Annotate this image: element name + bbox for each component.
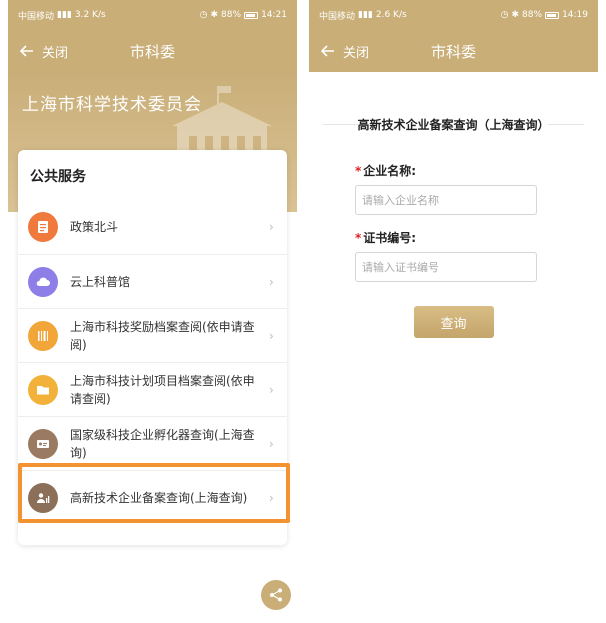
chevron-right-icon: ›	[269, 382, 274, 397]
battery-icon	[244, 11, 259, 19]
network-speed: 2.6 K/s	[375, 10, 407, 20]
status-bar: 中国移动 ▮▮▮ 3.2 K/s ◷ ✱ 88% 14:21	[8, 0, 297, 30]
network-speed: 3.2 K/s	[74, 10, 106, 20]
service-label: 高新技术企业备案查询(上海查询)	[70, 490, 248, 505]
service-item[interactable]: 上海市科技计划项目档案查阅(依申请查阅) ›	[18, 362, 287, 416]
barcode-icon	[28, 320, 58, 351]
required-mark: *	[355, 231, 362, 245]
right-screen: 中国移动 ▮▮▮ 2.6 K/s ◷ ✱ 88% 14:19 关闭 市科委 高新…	[309, 0, 598, 623]
form-title: 高新技术企业备案查询（上海查询）	[357, 117, 550, 132]
certificate-number-input[interactable]	[355, 252, 537, 282]
service-label: 国家级科技企业孵化器查询(上海查询)	[70, 427, 255, 460]
battery-percent: 88%	[221, 10, 242, 20]
folder-icon	[28, 374, 58, 405]
query-form: *企业名称: *证书编号: 查询	[309, 162, 598, 338]
close-label: 关闭	[343, 45, 370, 61]
document-icon	[28, 212, 58, 242]
nav-bar: 关闭 市科委	[8, 30, 297, 72]
public-services-card: 公共服务 政策北斗 › 云上科普馆 › 上海市科技奖励档案查阅(依申请查阅) ›…	[18, 150, 287, 545]
carrier-text: 中国移动	[18, 11, 55, 22]
chart-user-icon	[28, 482, 58, 513]
alarm-icon: ◷	[199, 9, 208, 20]
battery-icon	[545, 11, 560, 19]
company-name-input[interactable]	[355, 185, 537, 215]
cloud-icon	[28, 266, 58, 297]
chevron-right-icon: ›	[269, 274, 274, 289]
status-bar: 中国移动 ▮▮▮ 2.6 K/s ◷ ✱ 88% 14:19	[309, 0, 598, 30]
left-screen: 中国移动 ▮▮▮ 3.2 K/s ◷ ✱ 88% 14:21 关闭 市科委 上海…	[8, 0, 297, 623]
chevron-right-icon: ›	[269, 490, 274, 505]
back-arrow-icon	[321, 45, 334, 57]
service-label: 云上科普馆	[70, 274, 131, 289]
chevron-right-icon: ›	[269, 220, 274, 234]
service-label: 上海市科技奖励档案查阅(依申请查阅)	[70, 319, 255, 352]
back-arrow-icon	[20, 45, 33, 57]
chevron-right-icon: ›	[269, 436, 274, 451]
card-title: 公共服务	[30, 169, 86, 185]
service-list: 政策北斗 › 云上科普馆 › 上海市科技奖励档案查阅(依申请查阅) › 上海市科…	[18, 200, 287, 524]
service-label: 上海市科技计划项目档案查阅(依申请查阅)	[70, 373, 255, 406]
nav-bar: 关闭 市科委	[309, 30, 598, 72]
clock-time: 14:19	[562, 10, 588, 20]
service-item[interactable]: 政策北斗 ›	[18, 200, 287, 254]
alarm-icon: ◷	[500, 9, 509, 20]
battery-percent: 88%	[522, 10, 543, 20]
service-item[interactable]: 上海市科技奖励档案查阅(依申请查阅) ›	[18, 308, 287, 362]
company-name-label: * 企业名称:	[355, 164, 417, 178]
id-card-icon	[28, 428, 58, 459]
bluetooth-icon: ✱	[210, 9, 219, 20]
service-label: 政策北斗	[70, 220, 119, 234]
form-header: 高新技术企业备案查询（上海查询）	[309, 114, 598, 134]
chevron-right-icon: ›	[269, 328, 274, 343]
bluetooth-icon: ✱	[511, 9, 520, 20]
close-button[interactable]: 关闭	[20, 42, 68, 61]
share-button[interactable]	[261, 580, 291, 610]
required-mark: *	[355, 164, 362, 178]
carrier-text: 中国移动	[319, 11, 356, 22]
share-icon	[270, 588, 282, 602]
close-button[interactable]: 关闭	[321, 42, 369, 61]
clock-time: 14:21	[261, 10, 287, 20]
certificate-number-label: * 证书编号:	[355, 231, 417, 245]
service-item[interactable]: 国家级科技企业孵化器查询(上海查询) ›	[18, 416, 287, 470]
close-label: 关闭	[42, 45, 69, 61]
query-button[interactable]: 查询	[413, 306, 494, 338]
signal-icon: ▮▮▮	[57, 9, 72, 20]
signal-icon: ▮▮▮	[358, 9, 373, 20]
service-item[interactable]: 云上科普馆 ›	[18, 254, 287, 308]
service-item-highlighted[interactable]: 高新技术企业备案查询(上海查询) ›	[18, 470, 287, 524]
